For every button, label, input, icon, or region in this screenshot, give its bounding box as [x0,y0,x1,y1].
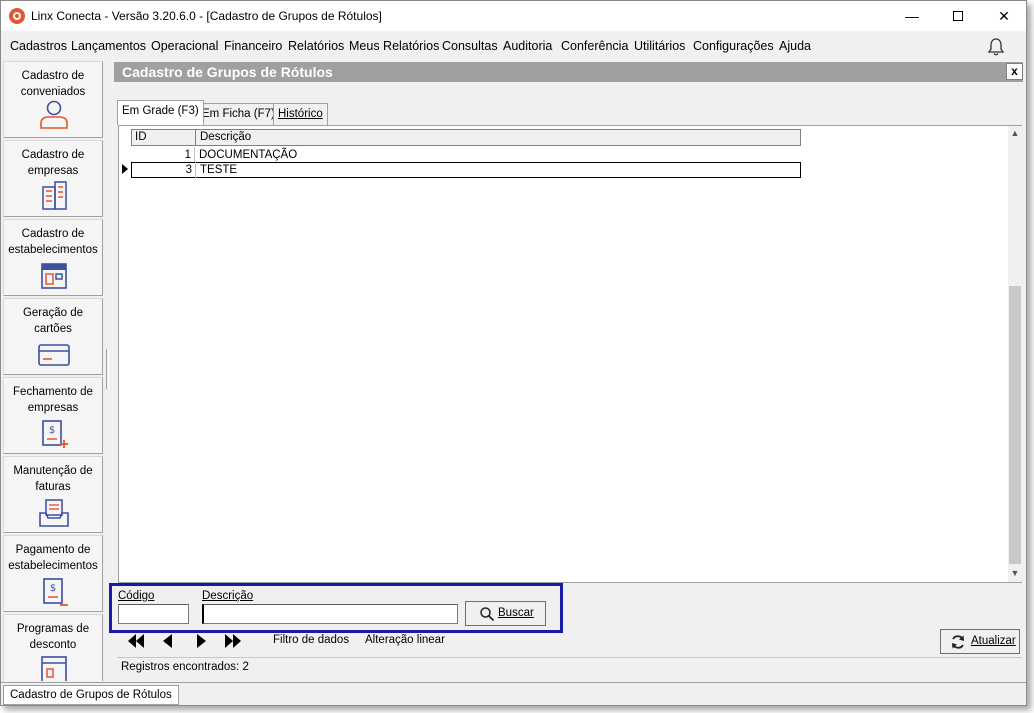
scroll-thumb[interactable] [1009,286,1021,564]
buscar-label: Buscar [498,607,534,619]
alteracao-linear-link[interactable]: Alteração linear [365,634,445,646]
store-icon [41,263,67,289]
person-icon [40,100,68,129]
sidebar-item-conveniados[interactable]: Cadastro de conveniados [3,61,103,138]
bell-icon[interactable] [986,37,1006,57]
codigo-label: Código [118,590,155,602]
column-header-descricao[interactable]: Descrição [196,130,800,145]
sidebar-item-label: Cadastro de estabelecimentos [8,228,98,256]
filtro-de-dados-link[interactable]: Filtro de dados [273,634,349,646]
sidebar-item-estabelecimentos[interactable]: Cadastro de estabelecimentos [3,219,103,296]
sidebar-item-descontos[interactable]: Programas de desconto [3,614,103,681]
menu-cadastros[interactable]: Cadastros [10,39,67,53]
menu-configuracoes[interactable]: Configurações [693,39,774,53]
last-record-icon[interactable] [222,632,244,650]
form-header: Cadastro de Grupos de Rótulos [114,62,1023,82]
scroll-up-icon[interactable]: ▲ [1008,126,1022,140]
form-title: Cadastro de Grupos de Rótulos [122,64,333,80]
app-window: Linx Conecta - Versão 3.20.6.0 - [Cadast… [0,0,1027,706]
cell-descricao: DOCUMENTAÇÃO [199,149,298,161]
tab-historico[interactable]: Histórico [273,103,328,125]
building-icon [42,181,67,210]
menu-meus-relatorios[interactable]: Meus Relatórios [349,39,439,53]
records-count: Registros encontrados: 2 [117,657,1022,676]
grid-header: ID Descrição [131,129,801,146]
payment-icon: $ [43,578,68,606]
maximize-icon [953,11,963,22]
sidebar-item-label: Cadastro de empresas [21,149,85,177]
title-bar: Linx Conecta - Versão 3.20.6.0 - [Cadast… [1,1,1026,31]
column-header-id[interactable]: ID [132,130,196,145]
menu-utilitarios[interactable]: Utilitários [634,39,685,53]
svg-text:$: $ [50,583,56,594]
open-form-tab[interactable]: Cadastro de Grupos de Rótulos [3,685,179,705]
card-icon [38,344,70,366]
window-title: Linx Conecta - Versão 3.20.6.0 - [Cadast… [31,9,382,23]
vertical-scrollbar[interactable]: ▲ ▼ [1008,126,1022,582]
menu-conferencia[interactable]: Conferência [561,39,628,53]
descricao-input[interactable] [202,604,458,624]
sidebar-item-cartoes[interactable]: Geração de cartões [3,298,103,375]
menu-bar: Cadastros Lançamentos Operacional Financ… [1,31,1026,59]
descricao-label: Descrição [202,590,254,602]
first-record-icon[interactable] [125,632,147,650]
sidebar-item-label: Programas de desconto [16,623,90,651]
menu-lancamentos[interactable]: Lançamentos [71,39,146,53]
sidebar-item-fechamento[interactable]: Fechamento de empresas $ [3,377,103,454]
sidebar-item-label: Pagamento de estabelecimentos [8,544,98,572]
refresh-icon [952,635,964,649]
menu-consultas[interactable]: Consultas [442,39,498,53]
cell-id: 3 [132,162,196,178]
svg-text:$: $ [49,425,55,436]
tab-em-ficha[interactable]: Em Ficha (F7) [197,103,280,125]
menu-financeiro[interactable]: Financeiro [224,39,282,53]
data-grid[interactable]: ID Descrição 1 DOCUMENTAÇÃO 3 TESTE ▲ ▼ [118,125,1022,583]
close-button[interactable]: ✕ [981,1,1026,31]
menu-operacional[interactable]: Operacional [151,39,218,53]
search-icon [480,607,495,622]
tab-em-grade[interactable]: Em Grade (F3) [117,100,204,125]
sidebar-item-label: Manutenção de faturas [13,465,93,493]
sidebar: Cadastro de conveniados Cadastro de empr… [3,61,103,681]
menu-relatorios[interactable]: Relatórios [288,39,344,53]
sidebar-item-label: Cadastro de conveniados [20,70,86,98]
sidebar-item-label: Fechamento de empresas [13,386,93,414]
sidebar-item-faturas[interactable]: Manutenção de faturas [3,456,103,533]
next-record-icon[interactable] [190,632,212,650]
sidebar-item-pagamento[interactable]: Pagamento de estabelecimentos $ [3,535,103,612]
open-forms-bar: Cadastro de Grupos de Rótulos [1,682,1026,705]
form-close-button[interactable]: x [1006,63,1023,80]
filter-panel: Código Descrição Buscar [109,583,563,633]
buscar-button[interactable]: Buscar [465,601,546,626]
table-row[interactable]: 1 DOCUMENTAÇÃO [131,147,801,163]
previous-record-icon[interactable] [157,632,179,650]
menu-auditoria[interactable]: Auditoria [503,39,552,53]
codigo-input[interactable] [118,604,189,624]
atualizar-label: Atualizar [971,635,1016,647]
invoice-close-icon: $ [42,420,68,448]
cell-descricao: TESTE [200,164,238,176]
cell-id: 1 [131,147,195,163]
discount-icon [41,656,67,681]
minimize-button[interactable]: — [889,1,935,31]
tray-icon [39,499,69,527]
maximize-button[interactable] [935,1,981,31]
table-row-selected[interactable]: 3 TESTE [131,162,801,178]
row-selector-icon [122,164,128,174]
sidebar-item-empresas[interactable]: Cadastro de empresas [3,140,103,217]
atualizar-button[interactable]: Atualizar [940,629,1020,654]
app-logo-icon [9,8,25,24]
menu-ajuda[interactable]: Ajuda [779,39,811,53]
sidebar-splitter[interactable] [106,349,109,389]
scroll-down-icon[interactable]: ▼ [1008,566,1022,580]
sidebar-item-label: Geração de cartões [22,307,84,335]
